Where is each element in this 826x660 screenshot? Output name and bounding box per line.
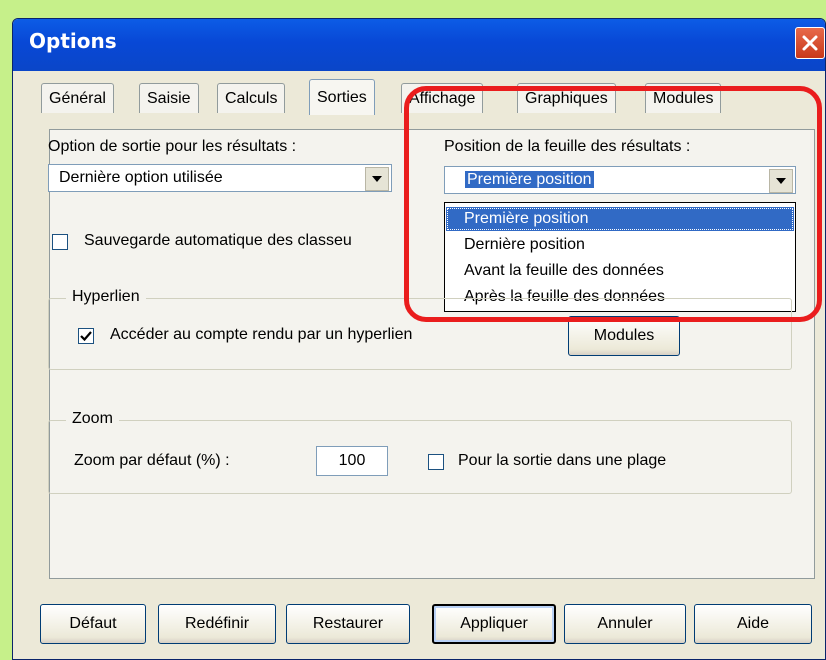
output-option-label: Option de sortie pour les résultats : bbox=[48, 138, 297, 155]
checkmark-icon bbox=[80, 331, 92, 342]
modules-button[interactable]: Modules bbox=[568, 316, 680, 356]
close-button[interactable] bbox=[795, 27, 825, 59]
hyperlink-label: Accéder au compte rendu par un hyperlien bbox=[110, 326, 413, 343]
hyperlink-checkbox[interactable] bbox=[78, 328, 94, 344]
autosave-checkbox[interactable] bbox=[52, 234, 68, 250]
tab-label: Général bbox=[49, 89, 106, 107]
modules-button-label: Modules bbox=[593, 327, 655, 344]
chevron-down-icon bbox=[372, 176, 382, 182]
apply-button-label: Appliquer bbox=[460, 615, 528, 632]
zoom-legend: Zoom bbox=[66, 410, 119, 428]
zoom-label: Zoom par défaut (%) : bbox=[74, 452, 230, 469]
help-button-label: Aide bbox=[736, 615, 770, 632]
range-label: Pour la sortie dans une plage bbox=[458, 452, 667, 469]
redefine-button-label: Redéfinir bbox=[184, 615, 250, 632]
highlight-annotation bbox=[404, 86, 822, 322]
cancel-button-label: Annuler bbox=[597, 615, 653, 632]
range-checkbox[interactable] bbox=[428, 454, 444, 470]
window-title: Options bbox=[29, 29, 117, 53]
hyperlink-legend: Hyperlien bbox=[66, 288, 146, 306]
apply-button[interactable]: Appliquer bbox=[432, 604, 556, 644]
tab-label: Sorties bbox=[317, 88, 367, 106]
autosave-label: Sauvegarde automatique des classeu bbox=[84, 232, 352, 249]
default-button-label: Défaut bbox=[69, 615, 117, 632]
default-button[interactable]: Défaut bbox=[40, 604, 146, 644]
redefine-button[interactable]: Redéfinir bbox=[158, 604, 276, 644]
tab-general[interactable]: Général bbox=[41, 83, 114, 113]
output-option-select[interactable]: Dernière option utilisée bbox=[48, 164, 392, 192]
zoom-input[interactable]: 100 bbox=[316, 446, 388, 476]
tab-sorties[interactable]: Sorties bbox=[309, 79, 375, 115]
restore-button[interactable]: Restaurer bbox=[286, 604, 410, 644]
restore-button-label: Restaurer bbox=[312, 615, 384, 632]
close-icon bbox=[802, 35, 818, 51]
tab-label: Calculs bbox=[225, 89, 278, 107]
tab-calculs[interactable]: Calculs bbox=[217, 83, 286, 113]
title-bar[interactable]: Options bbox=[13, 19, 825, 71]
tab-label: Saisie bbox=[147, 89, 191, 107]
help-button[interactable]: Aide bbox=[694, 604, 812, 644]
tab-saisie[interactable]: Saisie bbox=[139, 83, 199, 113]
output-dropdown-button[interactable] bbox=[365, 167, 389, 191]
output-option-value: Dernière option utilisée bbox=[59, 169, 223, 186]
cancel-button[interactable]: Annuler bbox=[564, 604, 686, 644]
